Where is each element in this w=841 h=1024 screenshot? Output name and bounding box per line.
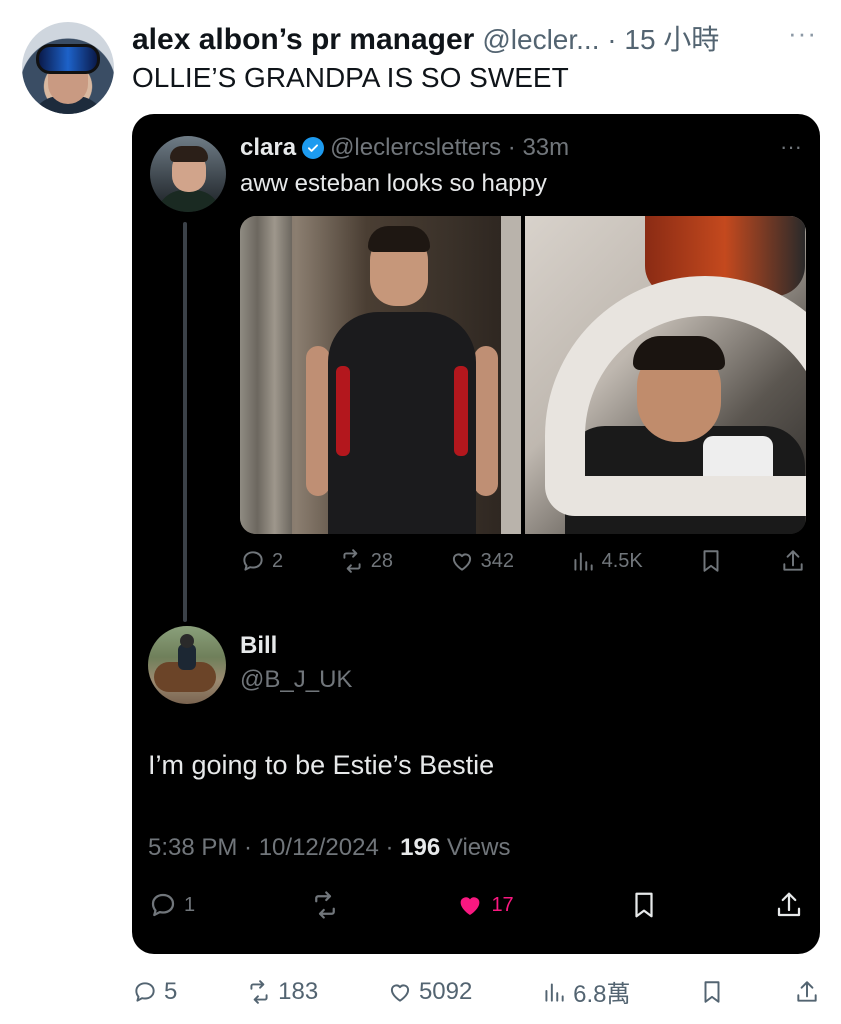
views-chart-icon xyxy=(574,552,593,571)
quoted-avatar[interactable] xyxy=(150,136,226,212)
reply-author-name[interactable]: Bill xyxy=(240,632,277,660)
share-icon xyxy=(777,892,801,917)
repost-icon xyxy=(315,891,336,919)
photo-arm xyxy=(306,346,330,496)
share-button[interactable] xyxy=(774,890,804,920)
quoted-header: clara @leclercsletters · 33m xyxy=(240,134,569,162)
avatar[interactable] xyxy=(22,22,114,114)
reply-icon xyxy=(151,893,175,917)
tweet-header: alex albon’s pr manager @lecler... · 15 … xyxy=(132,18,719,58)
avatar-goggles xyxy=(36,44,100,74)
heart-filled-icon xyxy=(461,897,480,915)
avatar-suit xyxy=(156,190,222,212)
reply-button[interactable]: 2 xyxy=(240,548,283,574)
views-count: 6.8萬 xyxy=(573,981,631,1008)
share-icon xyxy=(783,550,803,571)
bookmark-button[interactable] xyxy=(699,979,725,1005)
reply-count: 2 xyxy=(272,549,284,572)
photo-halo xyxy=(545,276,806,516)
reply-button[interactable]: 5 xyxy=(132,978,177,1006)
photo-door xyxy=(501,216,521,534)
repost-count: 28 xyxy=(370,549,393,572)
reply-action-bar: 1 17 xyxy=(148,890,804,920)
views-count: 4.5K xyxy=(601,549,643,572)
repost-icon xyxy=(343,549,361,573)
quoted-action-bar: 2 28 342 4.5K xyxy=(240,548,806,574)
repost-button[interactable] xyxy=(310,890,340,920)
author-handle-time[interactable]: @lecler... · 15 小時 xyxy=(482,18,719,58)
like-button[interactable]: 342 xyxy=(449,548,514,574)
photo-shirt-stripe xyxy=(336,366,350,456)
reply-views-label: Views xyxy=(440,834,511,861)
quoted-tweet-card[interactable]: clara @leclercsletters · 33m ··· aww est… xyxy=(132,114,820,954)
bookmark-button[interactable] xyxy=(698,548,724,574)
repost-button[interactable]: 28 xyxy=(339,548,393,574)
photo-curtain xyxy=(240,216,292,534)
photo-hair xyxy=(368,226,430,252)
reply-button[interactable]: 1 xyxy=(148,890,195,920)
thread-line xyxy=(183,222,187,622)
photo-shirt-stripe xyxy=(454,366,468,456)
like-button[interactable]: 17 xyxy=(455,890,514,920)
share-button[interactable] xyxy=(794,979,820,1005)
reply-avatar[interactable] xyxy=(148,626,226,704)
like-count: 17 xyxy=(491,893,514,916)
author-name[interactable]: alex albon’s pr manager xyxy=(132,23,474,57)
views-chart-icon xyxy=(545,982,564,1002)
reply-author-handle[interactable]: @B_J_UK xyxy=(240,666,352,694)
bookmark-icon xyxy=(635,892,653,918)
heart-icon xyxy=(452,553,471,571)
reply-metadata: 5:38 PM · 10/12/2024 · 196 Views xyxy=(148,834,510,862)
like-count: 342 xyxy=(480,549,514,572)
more-options-icon[interactable]: ··· xyxy=(780,134,802,160)
media-photo-1[interactable] xyxy=(240,216,521,534)
reply-count: 1 xyxy=(184,893,196,916)
reply-count: 5 xyxy=(164,977,178,1005)
repost-button[interactable]: 183 xyxy=(246,978,318,1006)
avatar-hair xyxy=(170,146,208,162)
bookmark-icon xyxy=(703,550,719,572)
repost-icon xyxy=(250,979,268,1004)
like-button[interactable]: 5092 xyxy=(387,978,472,1006)
bookmark-icon xyxy=(704,980,720,1003)
views-button[interactable]: 4.5K xyxy=(570,548,643,574)
photo-arm xyxy=(474,346,498,496)
quoted-author-name[interactable]: clara xyxy=(240,134,296,162)
share-icon xyxy=(797,980,817,1002)
reply-timestamp[interactable]: 5:38 PM · 10/12/2024 · xyxy=(148,834,400,861)
media-photo-2[interactable] xyxy=(525,216,806,534)
media-grid xyxy=(240,216,806,534)
avatar-helmet xyxy=(180,634,194,648)
share-button[interactable] xyxy=(780,548,806,574)
bookmark-button[interactable] xyxy=(629,890,659,920)
like-count: 5092 xyxy=(418,977,473,1005)
verified-badge-icon xyxy=(302,137,325,159)
reply-text: I’m going to be Estie’s Bestie xyxy=(148,750,495,780)
tweet-text: OLLIE’S GRANDPA IS SO SWEET xyxy=(132,62,569,93)
quoted-author-handle-time[interactable]: @leclercsletters · 33m xyxy=(330,134,569,162)
more-options-icon[interactable]: ··· xyxy=(788,18,817,49)
quoted-tweet-text: aww esteban looks so happy xyxy=(240,170,547,197)
reply-icon xyxy=(135,981,155,1002)
repost-count: 183 xyxy=(278,977,319,1005)
tweet-action-bar: 5 183 5092 6.8萬 xyxy=(132,974,820,1009)
views-button[interactable]: 6.8萬 xyxy=(541,974,630,1009)
reply-views-count: 196 xyxy=(400,834,441,861)
reply-icon xyxy=(243,551,263,571)
heart-icon xyxy=(390,983,410,1002)
